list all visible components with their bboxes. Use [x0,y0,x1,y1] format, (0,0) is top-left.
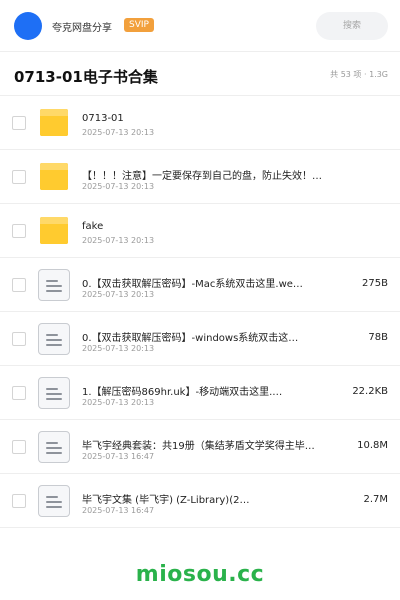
select-checkbox[interactable] [12,224,26,238]
file-name[interactable]: 【！！！注意】一定要保存到自己的盘，防止失效！！！ [82,167,322,182]
select-checkbox[interactable] [12,494,26,508]
file-row[interactable]: 0.【双击获取解压密码】-windows系统双击这… 2025-07-13 20:… [0,312,400,366]
top-bar: 夸克网盘分享 SVIP [0,0,400,52]
search-input[interactable] [316,12,388,40]
file-row[interactable]: 1.【解压密码869hr.uk】-移动端双击这里.… 2025-07-13 20:… [0,366,400,420]
file-row[interactable]: 【！！！注意】一定要保存到自己的盘，防止失效！！！ 2025-07-13 20:1… [0,150,400,204]
document-file-icon [38,431,70,463]
file-date: 2025-07-13 16:47 [82,452,155,461]
select-checkbox[interactable] [12,278,26,292]
document-file-icon [38,323,70,355]
title-row: 0713-01电子书合集 共 53 项 · 1.3G [0,52,400,96]
file-name[interactable]: 0.【双击获取解压密码】-Mac系统双击这里.we… [82,275,322,290]
file-name[interactable]: 毕飞宇文集 (毕飞宇) (Z-Library)(2… [82,491,322,506]
folder-icon [38,215,70,247]
item-count-meta: 共 53 项 · 1.3G [330,70,388,79]
file-date: 2025-07-13 20:13 [82,290,155,299]
select-checkbox[interactable] [12,170,26,184]
file-name[interactable]: 0.【双击获取解压密码】-windows系统双击这… [82,329,322,344]
select-checkbox[interactable] [12,440,26,454]
file-date: 2025-07-13 20:13 [82,344,155,353]
folder-icon [38,161,70,193]
file-row[interactable]: 毕飞宇文集 (毕飞宇) (Z-Library)(2… 2025-07-13 16:… [0,474,400,528]
file-name[interactable]: 毕飞宇经典套装：共19册（集结茅盾文学奖得主毕飞宇… [82,437,322,452]
watermark: miosou.cc [135,562,265,587]
svip-badge: SVIP [124,18,154,32]
file-size: 2.7M [363,494,388,505]
file-list: 0713-01 2025-07-13 20:13 【！！！注意】一定要保存到自己的盘… [0,96,400,528]
file-row[interactable]: 毕飞宇经典套装：共19册（集结茅盾文学奖得主毕飞宇… 2025-07-13 16:… [0,420,400,474]
file-name[interactable]: 1.【解压密码869hr.uk】-移动端双击这里.… [82,383,322,398]
share-owner-name: 夸克网盘分享 [52,23,112,34]
select-checkbox[interactable] [12,332,26,346]
file-row[interactable]: fake 2025-07-13 20:13 [0,204,400,258]
file-size: 10.8M [357,440,388,451]
select-checkbox[interactable] [12,386,26,400]
file-size: 275B [362,278,388,289]
file-name[interactable]: 0713-01 [82,113,322,124]
file-row[interactable]: 0713-01 2025-07-13 20:13 [0,96,400,150]
file-size: 78B [368,332,388,343]
file-name[interactable]: fake [82,221,322,232]
file-date: 2025-07-13 16:47 [82,506,155,515]
page-title: 0713-01电子书合集 [14,68,158,86]
folder-icon [38,107,70,139]
file-date: 2025-07-13 20:13 [82,128,155,137]
file-date: 2025-07-13 20:13 [82,398,155,407]
file-date: 2025-07-13 20:13 [82,182,155,191]
file-row[interactable]: 0.【双击获取解压密码】-Mac系统双击这里.we… 2025-07-13 20:… [0,258,400,312]
file-size: 22.2KB [352,386,388,397]
file-date: 2025-07-13 20:13 [82,236,155,245]
document-file-icon [38,269,70,301]
avatar[interactable] [14,12,42,40]
document-file-icon [38,377,70,409]
select-checkbox[interactable] [12,116,26,130]
document-file-icon [38,485,70,517]
